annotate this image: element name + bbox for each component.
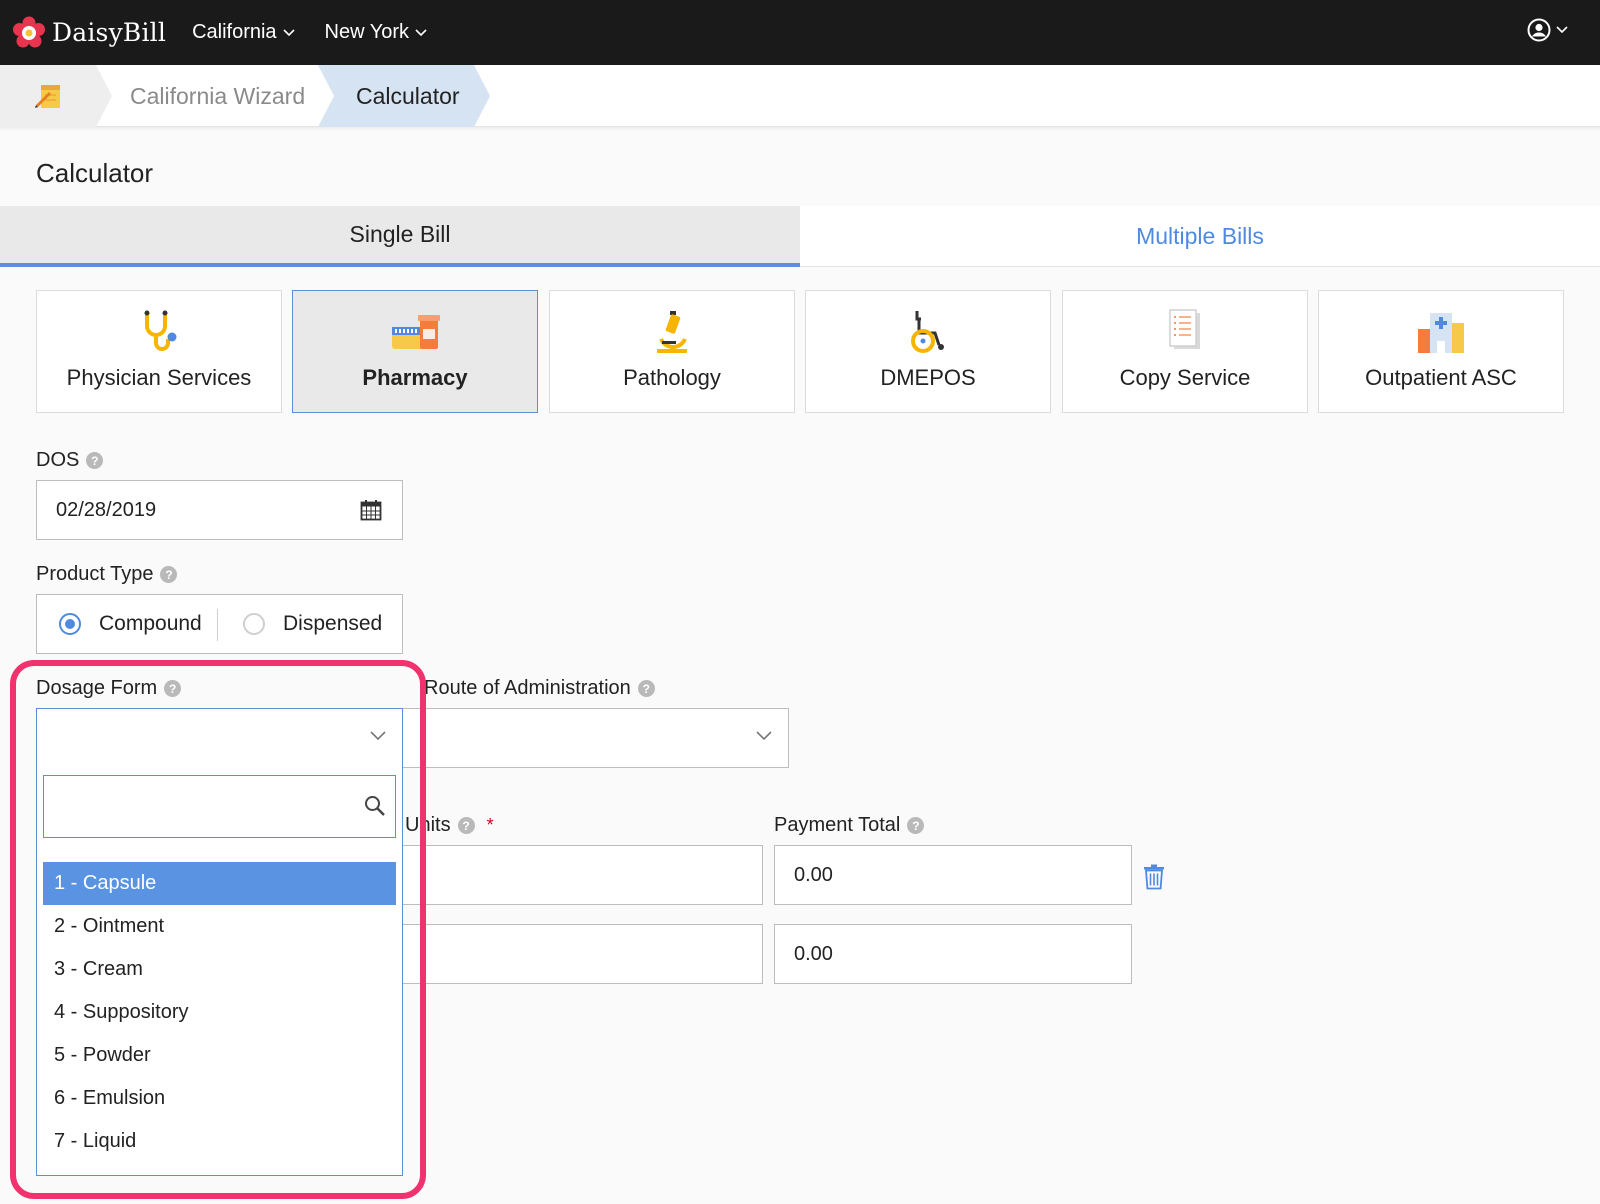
units-label-text: Units (405, 814, 451, 836)
dropdown-option-emulsion[interactable]: 6 - Emulsion (43, 1077, 396, 1120)
required-marker: * (486, 815, 494, 835)
service-card-label: DMEPOS (880, 365, 976, 390)
dropdown-option-ointment[interactable]: 2 - Ointment (43, 905, 396, 948)
service-card-pharmacy[interactable]: Pharmacy (292, 290, 538, 413)
dosage-form-search (43, 775, 396, 838)
service-card-label: Copy Service (1119, 365, 1251, 390)
dos-label: DOS ? (36, 449, 104, 472)
notepad-pencil-icon (35, 85, 60, 108)
help-icon[interactable]: ? (457, 817, 475, 834)
pharmacy-icon (392, 315, 440, 349)
radio-compound-label: Compound (99, 612, 202, 635)
payment-total-label-text: Payment Total (774, 814, 901, 836)
service-card-pathology[interactable]: Pathology (549, 290, 795, 413)
dropdown-option-cream[interactable]: 3 - Cream (43, 948, 396, 991)
nav-new-york[interactable]: New York (325, 21, 428, 44)
dosage-form-label: Dosage Form ? (36, 677, 182, 700)
dosage-form-search-input[interactable] (44, 776, 395, 837)
payment-total-input-row-1[interactable]: 0.00 (774, 845, 1132, 905)
chevron-down-icon (756, 731, 772, 741)
help-icon[interactable]: ? (637, 680, 655, 697)
breadcrumb: California Wizard Calculator (0, 65, 1600, 127)
wheelchair-icon (911, 311, 944, 353)
radio-dispensed[interactable]: Dispensed (243, 595, 382, 653)
dos-label-text: DOS (36, 449, 80, 471)
service-card-dmepos[interactable]: DMEPOS (805, 290, 1051, 413)
chevron-down-icon (282, 28, 295, 36)
chevron-down-icon (370, 731, 386, 741)
stethoscope-icon (144, 310, 177, 351)
page-title: Calculator (36, 158, 154, 188)
payment-total-value: 0.00 (794, 863, 833, 886)
payment-total-input-row-2[interactable]: 0.00 (774, 924, 1132, 984)
hospital-icon (1418, 313, 1464, 353)
units-input-row-1[interactable] (403, 845, 763, 905)
help-icon[interactable]: ? (160, 566, 178, 583)
chevron-down-icon (1556, 26, 1568, 34)
service-card-label: Outpatient ASC (1365, 365, 1517, 390)
user-avatar-icon (1527, 18, 1551, 42)
service-card-label: Physician Services (66, 365, 252, 390)
help-icon[interactable]: ? (86, 452, 104, 469)
logo[interactable]: DaisyBill (12, 16, 166, 50)
calendar-icon[interactable] (360, 499, 382, 521)
units-input-row-2[interactable] (403, 924, 763, 984)
microscope-icon (657, 311, 687, 353)
search-icon (365, 796, 385, 816)
bill-tabs: Single Bill Multiple Bills (0, 206, 1600, 267)
daisy-logo-icon (13, 16, 45, 47)
radio-unselected-icon (243, 613, 265, 635)
dosage-form-dropdown: 1 - Capsule 2 - Ointment 3 - Cream 4 - S… (36, 765, 403, 1176)
top-nav: DaisyBill California New York (0, 0, 1600, 65)
product-type-label: Product Type ? (36, 563, 178, 586)
payment-total-label: Payment Total ? (774, 814, 925, 837)
help-icon[interactable]: ? (164, 680, 182, 697)
radio-dispensed-label: Dispensed (283, 612, 383, 635)
route-label-text: Route of Administration (424, 677, 631, 699)
user-menu[interactable] (1527, 18, 1568, 42)
dosage-form-select[interactable] (36, 708, 403, 768)
breadcrumb-home[interactable] (0, 65, 96, 127)
service-card-physician-services[interactable]: Physician Services (36, 290, 282, 413)
logo-text: DaisyBill (52, 18, 167, 47)
tab-single-bill[interactable]: Single Bill (0, 206, 800, 267)
product-type-label-text: Product Type (36, 563, 154, 585)
radio-compound[interactable]: Compound (59, 595, 202, 653)
service-card-label: Pathology (623, 365, 721, 390)
dosage-form-options: 1 - Capsule 2 - Ointment 3 - Cream 4 - S… (43, 862, 396, 1163)
nav-new-york-label: New York (324, 21, 410, 43)
nav-california-label: California (192, 21, 277, 43)
breadcrumb-separator (474, 65, 490, 127)
breadcrumb-separator (318, 65, 334, 127)
units-label: Units ? * (405, 814, 494, 837)
route-select[interactable] (403, 708, 789, 768)
dos-input[interactable]: 02/28/2019 (36, 480, 403, 540)
service-card-label: Pharmacy (362, 365, 468, 390)
tab-multiple-bills[interactable]: Multiple Bills (800, 206, 1600, 267)
payment-total-value: 0.00 (794, 942, 833, 965)
breadcrumb-california-wizard[interactable]: California Wizard (112, 65, 305, 127)
service-card-outpatient-asc[interactable]: Outpatient ASC (1318, 290, 1564, 413)
dropdown-option-capsule[interactable]: 1 - Capsule (43, 862, 396, 905)
dropdown-option-liquid[interactable]: 7 - Liquid (43, 1120, 396, 1163)
product-type-radio-group: Compound Dispensed (36, 594, 403, 654)
dos-value: 02/28/2019 (56, 498, 157, 521)
breadcrumb-calculator: Calculator (318, 65, 474, 127)
radio-divider (217, 609, 218, 641)
breadcrumb-separator (96, 65, 112, 127)
service-card-copy-service[interactable]: Copy Service (1062, 290, 1308, 413)
help-icon[interactable]: ? (907, 817, 925, 834)
chevron-down-icon (415, 28, 427, 36)
document-icon (1169, 309, 1200, 349)
radio-selected-icon (59, 613, 81, 635)
route-label: Route of Administration ? (424, 677, 655, 700)
dropdown-option-suppository[interactable]: 4 - Suppository (43, 991, 396, 1034)
nav-california[interactable]: California (192, 21, 295, 44)
dosage-form-label-text: Dosage Form (36, 677, 158, 699)
trash-icon[interactable] (1143, 864, 1165, 890)
dropdown-option-powder[interactable]: 5 - Powder (43, 1034, 396, 1077)
